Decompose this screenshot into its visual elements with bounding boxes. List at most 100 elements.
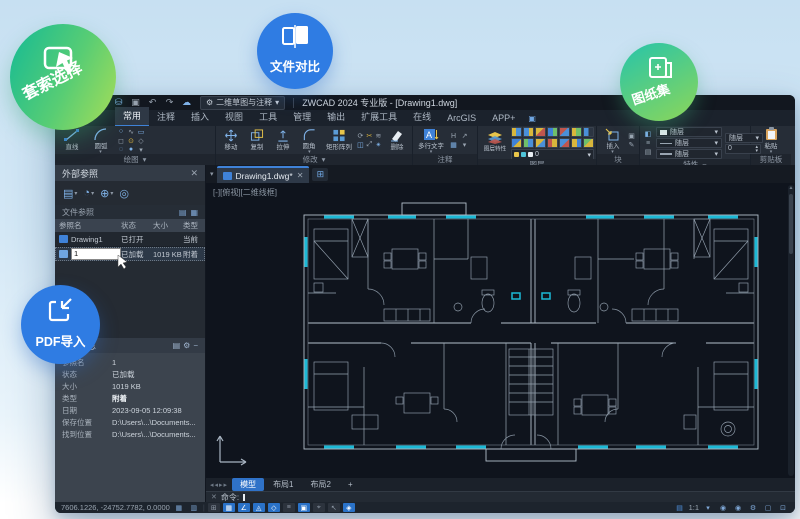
grid-toggle[interactable]: ▦ xyxy=(222,503,235,512)
circle-icon[interactable]: ○ xyxy=(116,127,126,136)
rename-input[interactable]: 1 xyxy=(71,248,121,260)
new-drawing-button[interactable]: ⊞ xyxy=(312,167,329,181)
layer-tool-icon[interactable] xyxy=(535,138,546,148)
layout-nav-icons[interactable]: ◂◂▸▸ xyxy=(210,481,228,489)
tab-view[interactable]: 视图 xyxy=(217,108,251,126)
create-block-icon[interactable]: ▣ xyxy=(627,132,636,141)
layer-tool-icon[interactable] xyxy=(583,138,594,148)
feature-badge-sheetset[interactable]: 图纸集 xyxy=(620,43,698,121)
otrack-toggle[interactable]: ≡ xyxy=(282,503,295,512)
save-details-icon[interactable]: ▤ xyxy=(173,341,181,350)
chevron-down-icon[interactable]: ▾ xyxy=(702,503,714,512)
fillet-tool[interactable]: 圆角 ▾ xyxy=(297,128,321,154)
mtext-tool[interactable]: A 多行文字 ▾ xyxy=(416,128,446,154)
close-icon[interactable]: ✕ xyxy=(297,171,304,180)
offset-icon[interactable]: ≋ xyxy=(374,132,383,141)
match-properties-icon[interactable]: ◧ xyxy=(643,130,653,139)
table-icon[interactable]: ▦ xyxy=(448,141,459,150)
redo-icon[interactable]: ↷ xyxy=(163,97,176,109)
layer-tool-icon[interactable] xyxy=(547,138,558,148)
tab-insert[interactable]: 插入 xyxy=(183,108,217,126)
layer-tool-icon[interactable] xyxy=(559,138,570,148)
annotation-visibility-icon[interactable]: ◉ xyxy=(717,503,729,512)
attach-image-button[interactable]: ◔ ▾ xyxy=(83,187,94,199)
leader-icon[interactable]: ↗ xyxy=(459,132,470,141)
arc-tool[interactable]: 圆弧 ▾ xyxy=(87,127,114,154)
document-tab[interactable]: Drawing1.dwg* ✕ xyxy=(216,166,310,183)
ribbon-minimize-icon[interactable]: ▣ xyxy=(523,112,541,126)
explode-icon[interactable]: ✴ xyxy=(374,141,383,150)
tab-app-plus[interactable]: APP+ xyxy=(484,111,523,126)
workspace-switch-icon[interactable]: ⚙ xyxy=(747,503,759,512)
tab-layout2[interactable]: 布局2 xyxy=(303,478,339,491)
feature-badge-compare[interactable]: 文件对比 xyxy=(257,13,333,89)
more-icon[interactable]: ▾ xyxy=(136,145,146,154)
ortho-toggle[interactable]: ∠ xyxy=(237,503,250,512)
tab-express[interactable]: 扩展工具 xyxy=(353,108,405,126)
linetype-list-icon[interactable]: ≡ xyxy=(643,139,653,148)
tab-tools[interactable]: 工具 xyxy=(251,108,285,126)
layer-tool-icon[interactable] xyxy=(511,127,522,137)
dynamic-input-toggle[interactable]: ⌖ xyxy=(312,503,325,512)
scale-value[interactable]: 1:1 xyxy=(689,503,699,512)
insert-block-tool[interactable]: 插入 ▾ xyxy=(600,128,625,154)
copy-tool[interactable]: 复制 xyxy=(245,129,269,152)
layer-tool-icon[interactable] xyxy=(571,138,582,148)
layer-tool-icon[interactable] xyxy=(571,127,582,137)
tree-view-icon[interactable]: ▦ xyxy=(190,208,198,217)
move-tool[interactable]: 移动 xyxy=(219,129,243,152)
linetype-dropdown[interactable]: 随层 ▾ xyxy=(656,138,722,148)
array-tool[interactable]: 矩形阵列 xyxy=(324,129,354,152)
settings-icon[interactable]: ⚙ xyxy=(183,341,190,350)
rect-icon[interactable]: ▭ xyxy=(136,127,146,136)
layer-tool-icon[interactable] xyxy=(535,127,546,137)
spline-icon[interactable]: ∿ xyxy=(126,127,136,136)
attach-pdf-button[interactable]: ⊕ ▾ xyxy=(100,187,113,200)
rotate-icon[interactable]: ⟳ xyxy=(356,132,365,141)
more-icon[interactable]: ▾ xyxy=(459,141,470,150)
tab-home[interactable]: 常用 xyxy=(115,107,150,126)
tab-annotate[interactable]: 注释 xyxy=(149,108,183,126)
layer-tool-icon[interactable] xyxy=(547,127,558,137)
clean-screen-icon[interactable]: ⊡ xyxy=(777,503,789,512)
tab-manage[interactable]: 管理 xyxy=(285,108,319,126)
refresh-button[interactable]: ◎ xyxy=(119,187,129,200)
paper-space-icon[interactable]: ▥ xyxy=(188,503,200,512)
tab-layout1[interactable]: 布局1 xyxy=(265,478,301,491)
dimension-icon[interactable]: H xyxy=(448,132,459,141)
edit-block-icon[interactable]: ✎ xyxy=(627,141,636,150)
osnap-toggle[interactable]: ◇ xyxy=(267,503,280,512)
lineweight-toggle[interactable]: ▣ xyxy=(297,503,310,512)
close-icon[interactable]: ✕ xyxy=(190,168,198,179)
ellipse-icon[interactable]: ⊙ xyxy=(126,136,136,145)
list-view-icon[interactable]: ▤ xyxy=(179,208,187,217)
collapse-icon[interactable]: − xyxy=(193,341,198,350)
annotation-scale-icon[interactable]: ▤ xyxy=(674,503,686,512)
layer-properties-tool[interactable]: 图层特性 xyxy=(481,132,509,154)
tab-arcgis[interactable]: ArcGIS xyxy=(439,111,484,126)
table-row[interactable]: Drawing1 已打开 当前 xyxy=(55,232,205,247)
layer-tool-icon[interactable] xyxy=(559,127,570,137)
attach-dwg-button[interactable]: ▤ ▾ xyxy=(63,187,77,200)
tab-online[interactable]: 在线 xyxy=(405,108,439,126)
feature-badge-lasso[interactable]: 套索选择 xyxy=(10,24,116,130)
layer-tool-icon[interactable] xyxy=(511,138,522,148)
vertical-scrollbar[interactable]: ▲ xyxy=(788,185,794,476)
scroll-up-icon[interactable]: ▲ xyxy=(788,185,794,192)
scale-icon[interactable]: ⤢ xyxy=(365,141,374,150)
tab-output[interactable]: 输出 xyxy=(319,108,353,126)
auto-scale-icon[interactable]: ◉ xyxy=(732,503,744,512)
donut-icon[interactable]: ● xyxy=(126,145,136,154)
close-icon[interactable]: ✕ xyxy=(211,493,217,501)
snap-toggle[interactable]: ⊞ xyxy=(207,503,220,512)
layer-tool-icon[interactable] xyxy=(523,138,534,148)
table-row-selected[interactable]: 1 已加载 1019 KB 附着 xyxy=(55,247,205,261)
scrollbar-thumb[interactable] xyxy=(789,194,793,254)
isolate-icon[interactable]: ▢ xyxy=(762,503,774,512)
hatch-icon[interactable]: ◻ xyxy=(116,136,126,145)
selection-cycling-toggle[interactable]: ◈ xyxy=(342,503,355,512)
line-tool[interactable]: 直线 xyxy=(58,129,85,152)
trim-icon[interactable]: ✂ xyxy=(365,132,374,141)
tab-model[interactable]: 模型 xyxy=(232,478,265,491)
cursor-toggle[interactable]: ↖ xyxy=(327,503,340,512)
